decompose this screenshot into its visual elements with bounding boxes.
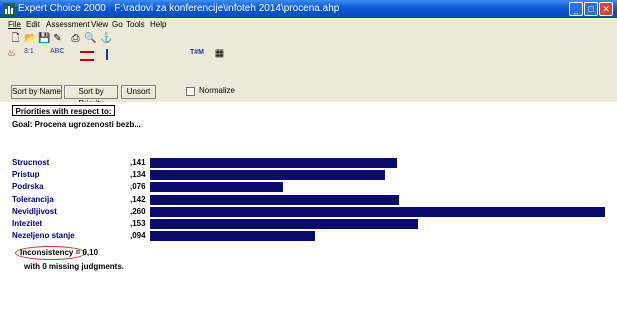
missing-judgments-text: with 0 missing judgments.: [24, 262, 125, 271]
sort-bar: Sort by Name Sort by Priority Unsort Nor…: [0, 82, 617, 108]
inconsistency-text: Inconsistency = 0,10: [20, 248, 99, 257]
print-preview-icon[interactable]: 🔍: [84, 33, 96, 44]
print-icon[interactable]: ⎙: [70, 33, 81, 44]
value-label: ,141: [130, 158, 146, 167]
priorities-panel: Priorities with respect to: Goal: Procen…: [0, 102, 617, 329]
priorities-header: Priorities with respect to:: [12, 105, 115, 116]
priority-bar: [150, 170, 385, 181]
menu-file[interactable]: File: [8, 18, 21, 31]
value-label: ,076: [130, 182, 146, 192]
goal-label: Goal: Procena ugrozenosti bezb...: [12, 120, 141, 129]
edit-icon[interactable]: ✎: [52, 33, 63, 44]
category-label: Podrska: [12, 182, 44, 192]
priority-bar: [150, 194, 399, 205]
ratio-button[interactable]: 3:1: [24, 48, 34, 55]
priority-bar: [150, 158, 397, 168]
category-label: Tolerancija: [12, 194, 54, 204]
value-label: ,153: [130, 219, 146, 228]
model-tree-icon[interactable]: ⚓: [100, 33, 112, 44]
menu-edit[interactable]: Edit: [26, 18, 40, 31]
menu-help[interactable]: Help: [150, 18, 166, 31]
sort-by-priority-button[interactable]: Sort by Priority: [64, 85, 118, 108]
category-label: Intezitet: [12, 219, 43, 228]
window-title: Expert Choice 2000 F:\radovi za konferen…: [18, 0, 339, 18]
bars-icon[interactable]: [106, 49, 120, 60]
value-label: ,094: [130, 231, 146, 241]
save-icon[interactable]: 💾: [38, 33, 50, 44]
open-folder-icon[interactable]: 📂: [24, 33, 36, 44]
close-button[interactable]: ✕: [599, 2, 613, 16]
menu-tools[interactable]: Tools: [126, 18, 145, 31]
grid-icon[interactable]: ▦: [214, 48, 225, 59]
value-label: ,134: [130, 170, 146, 180]
new-file-icon[interactable]: 🗋: [10, 33, 21, 44]
priority-bar: [150, 206, 605, 217]
standard-toolbar: 🗋 📂 💾 ✎ ⎙ 🔍 ⚓: [0, 31, 617, 47]
menu-go[interactable]: Go: [112, 18, 123, 31]
equal-icon[interactable]: [80, 51, 94, 61]
menu-view[interactable]: View: [91, 18, 108, 31]
minimize-button[interactable]: _: [569, 2, 583, 16]
view-toolbar: ♨ 3:1 ABC T#M ▦: [0, 47, 617, 83]
menu-assessment[interactable]: Assessment: [46, 18, 90, 31]
category-label: Pristup: [12, 170, 40, 180]
menu-bar: File Edit Assessment View Go Tools Help: [0, 18, 617, 31]
file-path: F:\radovi za konferencije\infoteh 2014\p…: [114, 3, 340, 14]
sort-by-name-button[interactable]: Sort by Name: [11, 85, 62, 99]
abc-button[interactable]: ABC: [50, 48, 64, 55]
priority-bar: [150, 231, 315, 242]
category-label: Strucnost: [12, 158, 50, 167]
value-label: ,142: [130, 194, 146, 204]
category-label: Nezeljeno stanje: [12, 231, 75, 241]
unsort-button[interactable]: Unsort: [121, 85, 156, 99]
app-icon: [3, 3, 15, 15]
normalize-checkbox[interactable]: [186, 87, 195, 96]
ttl-button[interactable]: T#M: [190, 49, 204, 56]
priority-bar: [150, 182, 283, 193]
value-label: ,260: [130, 206, 146, 216]
title-bar: Expert Choice 2000 F:\radovi za konferen…: [0, 0, 617, 18]
normalize-label: Normalize: [199, 86, 236, 95]
app-title: Expert Choice 2000: [18, 3, 106, 14]
maximize-button[interactable]: □: [584, 2, 598, 16]
priority-bar: [150, 219, 418, 229]
category-label: Nevidljivost: [12, 206, 57, 216]
paint-icon[interactable]: ♨: [6, 48, 17, 59]
